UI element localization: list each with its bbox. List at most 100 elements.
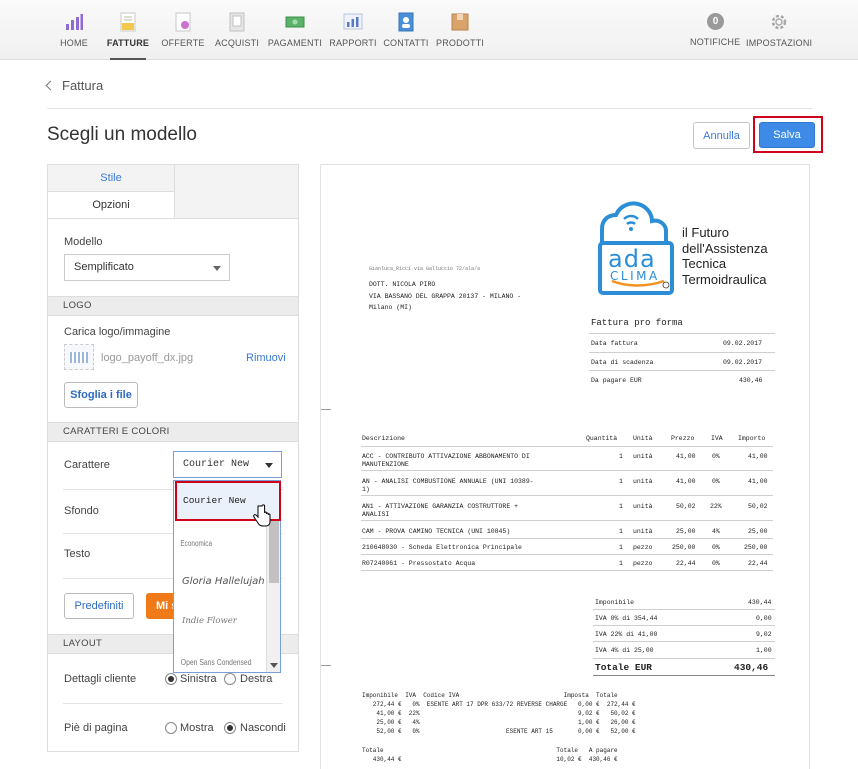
- col-header: Quantità: [586, 435, 618, 442]
- totals-label: IVA 4% di 25,00: [595, 647, 654, 654]
- cancel-button[interactable]: Annulla: [693, 122, 750, 149]
- nav-impostazioni[interactable]: IMPOSTAZIONI: [746, 0, 812, 60]
- line-vat: 0%: [712, 478, 720, 485]
- line-vat: 0%: [712, 560, 720, 567]
- line-vat: 4%: [712, 528, 720, 535]
- font-option-indie-flower[interactable]: Indie Flower: [174, 616, 266, 626]
- pie-di-pagina-label: Piè di pagina: [64, 722, 128, 734]
- col-header: Descrizione: [362, 435, 405, 442]
- chevron-down-icon: [265, 463, 273, 468]
- modello-select[interactable]: Semplificato: [64, 254, 230, 281]
- nav-notifiche-label: NOTIFICHE: [690, 37, 741, 47]
- rule: [589, 333, 775, 334]
- chevron-down-icon: [213, 266, 221, 271]
- line-unit: unità: [633, 528, 653, 535]
- logo-tagline: il Futuro dell'Assistenza Tecnica Termoi…: [682, 225, 768, 287]
- rule: [593, 658, 775, 659]
- scroll-down-arrow-icon[interactable]: [270, 663, 278, 668]
- font-option-gloria-hallelujah[interactable]: Gloria Hallelujah: [174, 576, 266, 587]
- tab-stile[interactable]: Stile: [48, 165, 175, 192]
- piede-mostra-radio[interactable]: [165, 722, 177, 734]
- meta-value: 09.02.2017: [723, 340, 763, 347]
- line-desc: 1): [362, 486, 370, 493]
- fold-mark: [321, 665, 331, 666]
- line-price: 50,02: [676, 503, 696, 510]
- meta-label: Data fattura: [591, 340, 638, 347]
- tagline-line: Tecnica: [682, 256, 727, 271]
- tab-strip-fill: [175, 165, 298, 219]
- line-total: 22,44: [748, 560, 768, 567]
- line-vat: 0%: [712, 544, 720, 551]
- fold-mark: [321, 409, 331, 410]
- nav-acquisti[interactable]: ACQUISTI: [213, 0, 261, 60]
- rule: [593, 609, 775, 610]
- hand-cursor-icon: [253, 504, 271, 527]
- cliente-sinistra-radio[interactable]: [165, 673, 177, 685]
- modello-label: Modello: [64, 236, 103, 248]
- cliente-destra-label: Destra: [240, 673, 273, 685]
- totals-value: 9,02: [756, 631, 772, 638]
- meta-label: Da pagare EUR: [591, 377, 642, 384]
- nav-offerte[interactable]: OFFERTE: [160, 0, 206, 60]
- image-icon: [70, 352, 88, 363]
- save-button[interactable]: Salva: [759, 122, 815, 148]
- line-unit: unità: [633, 453, 653, 460]
- rule: [361, 520, 773, 521]
- carattere-select[interactable]: Courier New: [173, 451, 282, 478]
- report-icon: [343, 13, 363, 30]
- contacts-icon: [398, 12, 414, 32]
- grand-total-value: 430,46: [734, 662, 769, 673]
- totals-label: IVA 0% di 354,44: [595, 615, 658, 622]
- remove-logo-link[interactable]: Rimuovi: [246, 352, 286, 364]
- font-option-courier-new-highlighted[interactable]: Courier New: [183, 495, 246, 506]
- logo-upload-label: Carica logo/immagine: [64, 326, 171, 338]
- line-desc: MANUTENZIONE: [362, 461, 409, 468]
- nav-rapporti[interactable]: RAPPORTI: [328, 0, 378, 60]
- predefiniti-button[interactable]: Predefiniti: [64, 593, 134, 619]
- meta-value: 430,46: [739, 377, 763, 384]
- font-option-open-sans-condensed[interactable]: Open Sans Condensed: [174, 658, 252, 667]
- logo-filename: logo_payoff_dx.jpg: [101, 352, 194, 364]
- banknote-icon: [285, 16, 305, 28]
- piede-nascondi-radio[interactable]: [224, 722, 236, 734]
- line-qty: 1: [619, 528, 623, 535]
- nav-home[interactable]: HOME: [47, 0, 101, 60]
- vat-table-row: 52,00 € 0% ESENTE ART 15 0,00 € 52,00 €: [362, 728, 636, 735]
- nav-acquisti-label: ACQUISTI: [214, 38, 260, 48]
- nav-fatture[interactable]: FATTURE: [104, 0, 152, 60]
- rule: [589, 352, 775, 353]
- font-option-economica[interactable]: Economica: [174, 539, 248, 548]
- scrollbar-thumb[interactable]: [269, 521, 279, 583]
- browse-files-button[interactable]: Sfoglia i file: [64, 382, 138, 408]
- rule: [589, 370, 775, 371]
- line-unit: pezzo: [633, 560, 653, 567]
- client-name: DOTT. NICOLA PIRO: [369, 281, 436, 288]
- line-total: 41,00: [748, 453, 768, 460]
- logo-thumbnail: [64, 344, 94, 370]
- nav-notifiche[interactable]: 0 NOTIFICHE: [690, 0, 740, 60]
- nav-prodotti[interactable]: PRODOTTI: [436, 0, 484, 60]
- line-desc: AN1 - ATTIVAZIONE GARANZIA COSTRUTTORE +: [362, 503, 519, 510]
- meta-label: Data di scadenza: [591, 359, 654, 366]
- totals-label: IVA 22% di 41,00: [595, 631, 658, 638]
- gear-icon: [771, 14, 787, 30]
- tab-opzioni[interactable]: Opzioni: [48, 192, 175, 219]
- tagline-line: Termoidraulica: [682, 271, 767, 287]
- piede-nascondi-label: Nascondi: [240, 722, 286, 734]
- nav-home-label: HOME: [60, 38, 88, 48]
- carattere-select-value: Courier New: [183, 459, 250, 470]
- line-price: 25,00: [676, 528, 696, 535]
- nav-contatti[interactable]: CONTATTI: [383, 0, 429, 60]
- sfondo-label: Sfondo: [64, 505, 99, 517]
- cliente-destra-radio[interactable]: [224, 673, 236, 685]
- line-qty: 1: [619, 544, 623, 551]
- back-link[interactable]: Fattura: [45, 78, 103, 93]
- bar-chart-icon: [66, 14, 83, 30]
- section-caratteri-colori: CARATTERI E COLORI: [48, 422, 298, 442]
- cliente-sinistra-label: Sinistra: [180, 673, 217, 685]
- summary-row: 430,44 € 10,02 € 430,46 €: [362, 756, 618, 763]
- chevron-left-icon: [45, 80, 56, 91]
- nav-pagamenti[interactable]: PAGAMENTI: [266, 0, 324, 60]
- summary-header: Totale Totale A pagare: [362, 747, 618, 754]
- invoice-icon: [120, 12, 136, 32]
